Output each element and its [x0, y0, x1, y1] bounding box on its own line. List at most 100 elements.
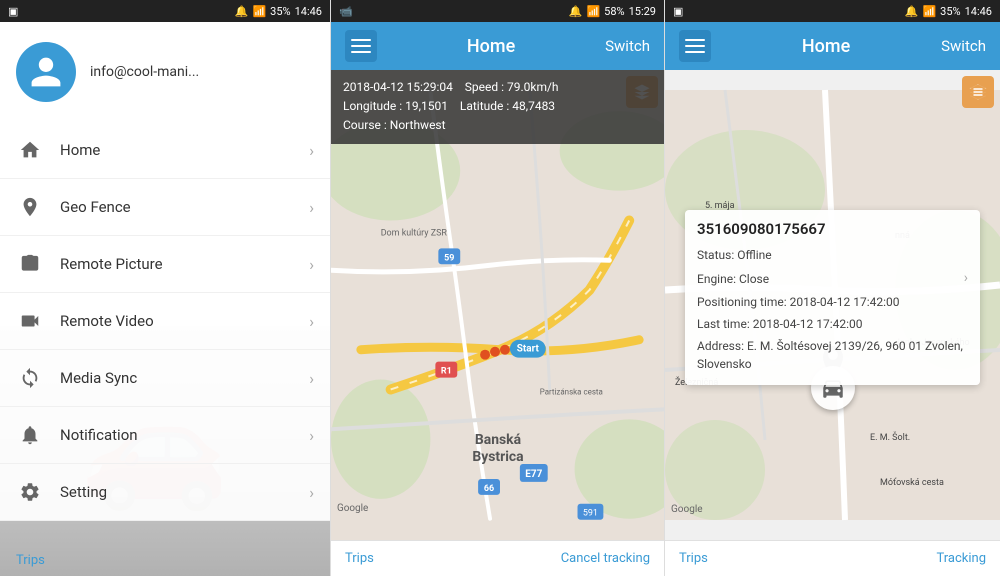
sidebar-item-media-sync[interactable]: Media Sync ›: [0, 350, 330, 407]
sidebar-item-geo-fence[interactable]: Geo Fence ›: [0, 179, 330, 236]
menu-label-remote-picture: Remote Picture: [60, 255, 309, 273]
svg-text:E. M. Šolt.: E. M. Šolt.: [870, 431, 910, 443]
switch-button-2[interactable]: Switch: [605, 37, 650, 55]
trips-link-2[interactable]: Trips: [345, 551, 374, 566]
status-bar-3: ▣ 🔔 📶 35% 14:46: [665, 0, 1000, 22]
chevron-engine: ›: [964, 268, 968, 289]
chevron-setting: ›: [309, 483, 314, 502]
status-info-3: 🔔 📶 35% 14:46: [905, 5, 992, 18]
user-header: info@cool-mani...: [0, 22, 330, 122]
status-icons-2: 📹: [339, 5, 353, 18]
map-area-3: 5. mája nná Železničná Móťovská cesta E.…: [665, 70, 1000, 540]
svg-text:Partizánska cesta: Partizánska cesta: [540, 387, 603, 396]
sim-icon-3: ▣: [673, 5, 683, 18]
device-id: 351609080175667: [697, 220, 968, 238]
chevron-video: ›: [309, 312, 314, 331]
wifi-icon: 📶: [252, 5, 266, 18]
battery-2: 58%: [604, 5, 624, 18]
app-header-3: Home Switch: [665, 22, 1000, 70]
time-2: 15:29: [629, 5, 656, 18]
cancel-tracking-link[interactable]: Cancel tracking: [561, 551, 650, 566]
ham-line-3: [351, 51, 371, 53]
home-icon: [16, 136, 44, 164]
bottom-bar-3: Trips Tracking: [665, 540, 1000, 576]
chevron-notification: ›: [309, 426, 314, 445]
map-layer-button-3[interactable]: [962, 76, 994, 108]
sidebar-item-remote-picture[interactable]: Remote Picture ›: [0, 236, 330, 293]
sidebar-item-home[interactable]: Home ›: [0, 122, 330, 179]
svg-text:Start: Start: [517, 344, 540, 355]
trips-link-1[interactable]: Trips: [16, 553, 45, 568]
ham-line-5: [685, 45, 705, 47]
device-address-row: Address: E. M. Šoltésovej 2139/26, 960 0…: [697, 335, 968, 375]
notification-icon: [16, 421, 44, 449]
svg-text:Google: Google: [671, 504, 703, 515]
menu-button-3[interactable]: [679, 30, 711, 62]
alarm-icon-2: 🔔: [569, 5, 583, 18]
panel-side-menu: ▣ 🔔 📶 35% 14:46 info@cool-mani... Home ›: [0, 0, 330, 576]
svg-text:Google: Google: [337, 503, 368, 514]
bottom-bar-2: Trips Cancel tracking: [331, 540, 664, 576]
svg-text:Banská: Banská: [475, 432, 521, 448]
device-engine: Engine: Close: [697, 270, 964, 288]
status-bar-1: ▣ 🔔 📶 35% 14:46: [0, 0, 330, 22]
time-3: 14:46: [965, 5, 992, 18]
device-engine-row[interactable]: Engine: Close ›: [697, 266, 968, 291]
setting-icon: [16, 478, 44, 506]
user-email: info@cool-mani...: [90, 64, 199, 80]
status-info-1: 🔔 📶 35% 14:46: [235, 5, 322, 18]
menu-label-media-sync: Media Sync: [60, 369, 309, 387]
tracking-link-3[interactable]: Tracking: [936, 551, 986, 566]
status-info-2: 🔔 📶 58% 15:29: [569, 5, 656, 18]
ham-line-1: [351, 39, 371, 41]
device-address: Address: E. M. Šoltésovej 2139/26, 960 0…: [697, 337, 968, 373]
sidebar-item-notification[interactable]: Notification ›: [0, 407, 330, 464]
device-popup: 351609080175667 Status: Offline Engine: …: [685, 210, 980, 385]
header-title-3: Home: [802, 36, 850, 57]
sync-icon: [16, 364, 44, 392]
panel-device-info: ▣ 🔔 📶 35% 14:46 Home Switch: [665, 0, 1000, 576]
alarm-icon: 🔔: [235, 5, 249, 18]
status-icons-1: ▣: [8, 5, 18, 18]
status-icons-3: ▣: [673, 5, 683, 18]
battery-1: 35%: [270, 5, 290, 18]
time-1: 14:46: [295, 5, 322, 18]
chevron-sync: ›: [309, 369, 314, 388]
hamburger-icon-2: [351, 39, 371, 53]
tracking-info-overlay: 2018-04-12 15:29:04 Speed : 79.0km/h Lon…: [331, 70, 664, 144]
info-coords: Longitude : 19,1501 Latitude : 48,7483: [343, 97, 652, 116]
status-bar-2: 📹 🔔 📶 58% 15:29: [331, 0, 664, 22]
switch-button-3[interactable]: Switch: [941, 37, 986, 55]
header-title-2: Home: [467, 36, 515, 57]
menu-label-notification: Notification: [60, 426, 309, 444]
device-status-row: Status: Offline: [697, 244, 968, 266]
chevron-geo: ›: [309, 198, 314, 217]
wifi-icon-3: 📶: [922, 5, 936, 18]
device-positioning: Positioning time: 2018-04-12 17:42:00: [697, 293, 968, 311]
menu-label-geo-fence: Geo Fence: [60, 198, 309, 216]
layers-icon-3: [969, 83, 987, 101]
sidebar-item-setting[interactable]: Setting ›: [0, 464, 330, 521]
sidebar-item-remote-video[interactable]: Remote Video ›: [0, 293, 330, 350]
trips-link-3[interactable]: Trips: [679, 551, 708, 566]
device-lasttime: Last time: 2018-04-12 17:42:00: [697, 315, 968, 333]
menu-label-home: Home: [60, 141, 309, 159]
chevron-home: ›: [309, 141, 314, 160]
geofence-icon: [16, 193, 44, 221]
hamburger-icon-3: [685, 39, 705, 53]
svg-text:Dom kultúry ZSR: Dom kultúry ZSR: [381, 228, 448, 238]
info-datetime: 2018-04-12 15:29:04 Speed : 79.0km/h: [343, 78, 652, 97]
menu-button-2[interactable]: [345, 30, 377, 62]
ham-line-4: [685, 39, 705, 41]
svg-text:591: 591: [583, 509, 598, 519]
battery-3: 35%: [940, 5, 960, 18]
wifi-icon-2: 📶: [586, 5, 600, 18]
alarm-icon-3: 🔔: [905, 5, 919, 18]
svg-text:E77: E77: [525, 469, 542, 480]
video-cam-icon: 📹: [339, 5, 353, 18]
menu-list: Home › Geo Fence › Remote Picture › Remo…: [0, 122, 330, 576]
camera-icon: [16, 250, 44, 278]
ham-line-6: [685, 51, 705, 53]
menu-label-remote-video: Remote Video: [60, 312, 309, 330]
svg-text:66: 66: [484, 484, 494, 494]
